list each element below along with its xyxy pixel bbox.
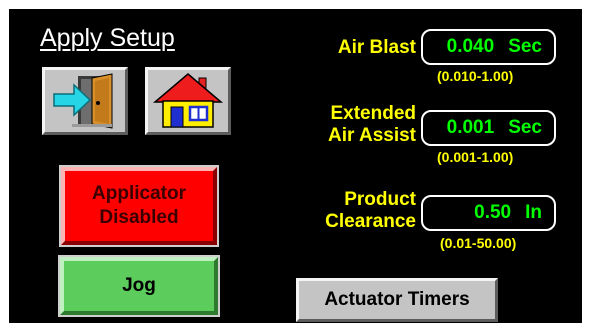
air-blast-value-field[interactable]: 0.040 Sec [421,29,556,65]
extended-air-assist-unit: Sec [508,117,542,138]
air-blast-value: 0.040 [446,36,495,57]
home-button[interactable] [145,67,231,135]
exit-door-arrow-icon [53,73,113,129]
applicator-toggle-button[interactable]: Applicator Disabled [59,165,219,247]
exit-button[interactable] [42,67,128,135]
extended-air-assist-value-field[interactable]: 0.001 Sec [421,110,556,146]
air-blast-unit: Sec [508,36,542,57]
applicator-label-line2: Disabled [99,207,179,228]
product-clearance-value: 0.50 [474,202,512,223]
product-clearance-label: Product Clearance [325,189,416,232]
air-blast-range: (0.010-1.00) [437,68,514,84]
home-house-icon [152,73,224,128]
extended-air-assist-value: 0.001 [446,117,495,138]
product-clearance-value-field[interactable]: 0.50 In [421,195,556,231]
applicator-label-line1: Applicator [92,183,186,204]
extended-air-assist-range: (0.001-1.00) [437,149,514,165]
actuator-timers-button[interactable]: Actuator Timers [296,278,498,322]
extended-air-assist-label: Extended Air Assist [328,103,416,146]
product-clearance-unit: In [525,202,542,223]
product-clearance-range: (0.01-50.00) [440,235,517,251]
jog-label: Jog [122,275,156,296]
air-blast-label: Air Blast [337,37,416,58]
hmi-screen: Apply Setup Applicator Disabled Jog Air … [9,9,582,323]
jog-button[interactable]: Jog [58,255,220,317]
page-title: Apply Setup [40,24,175,52]
actuator-timers-label: Actuator Timers [324,289,470,310]
